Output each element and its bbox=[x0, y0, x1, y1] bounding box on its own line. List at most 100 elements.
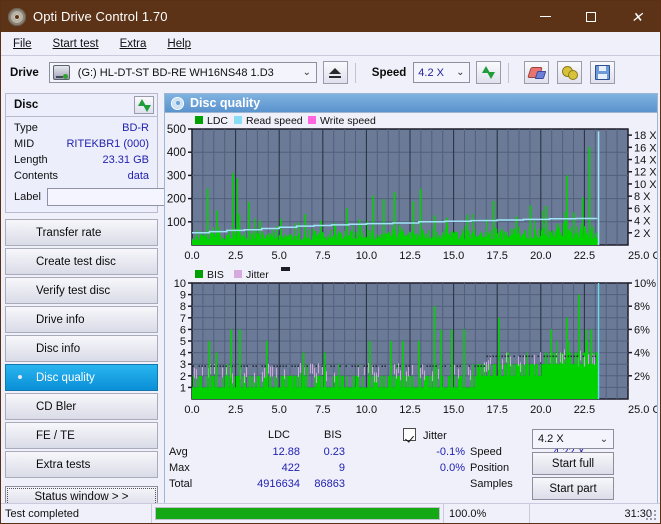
jitter-checkbox[interactable] bbox=[403, 428, 416, 441]
sidebar-item-label: Disc quality bbox=[36, 372, 95, 384]
legend-label-write-speed: Write speed bbox=[320, 115, 376, 127]
left-sidebar: Disc Type BD-R MID RITEKBR1 (000) Length… bbox=[5, 93, 158, 507]
drive-icon bbox=[53, 65, 70, 80]
stats-col-bis: BIS bbox=[324, 429, 342, 441]
svg-text:200: 200 bbox=[167, 194, 186, 206]
legend-label-jitter: Jitter bbox=[246, 269, 269, 281]
start-part-button[interactable]: Start part bbox=[532, 477, 614, 500]
disc-icon bbox=[12, 398, 29, 415]
speed-select[interactable]: 4.2 X ⌄ bbox=[413, 62, 470, 83]
stats-max-ldc: 422 bbox=[253, 462, 300, 474]
disc-row-contents-key: Contents bbox=[14, 170, 58, 182]
svg-text:2.5: 2.5 bbox=[228, 404, 243, 416]
bis-chart: BIS Jitter 123456789102%4%6%8%10%0.02.55… bbox=[165, 265, 657, 425]
save-button[interactable] bbox=[590, 61, 615, 84]
status-message: Test completed bbox=[1, 504, 152, 523]
disc-row-contents: Contents data bbox=[6, 168, 157, 184]
svg-text:25.0 GB: 25.0 GB bbox=[628, 404, 657, 416]
progress-percent: 100.0% bbox=[444, 504, 530, 523]
svg-text:0.0: 0.0 bbox=[184, 404, 199, 416]
stats-row-avg-label: Avg bbox=[169, 446, 188, 458]
start-part-label: Start part bbox=[549, 483, 596, 495]
svg-text:22.5: 22.5 bbox=[574, 404, 595, 416]
legend-swatch-ldc bbox=[195, 116, 203, 124]
legend-label-ldc: LDC bbox=[207, 115, 228, 127]
refresh-arrows-icon bbox=[481, 65, 496, 80]
svg-text:6: 6 bbox=[180, 324, 186, 336]
svg-text:5: 5 bbox=[180, 336, 186, 348]
drive-select[interactable]: (G:) HL-DT-ST BD-RE WH16NS48 1.D3 ⌄ bbox=[49, 62, 317, 83]
disc-quality-panel: Disc quality LDC Read speed Write speed bbox=[164, 93, 658, 506]
legend-label-bis: BIS bbox=[207, 269, 224, 281]
refresh-arrows-icon bbox=[137, 98, 152, 113]
toolbar-divider-2 bbox=[508, 63, 509, 83]
sidebar-item-transfer-rate[interactable]: Transfer rate bbox=[5, 219, 158, 246]
sidebar-item-cd-bler[interactable]: CD Bler bbox=[5, 393, 158, 420]
menu-item-extra[interactable]: Extra bbox=[111, 36, 156, 52]
disc-icon bbox=[12, 311, 29, 328]
svg-text:100: 100 bbox=[167, 217, 186, 229]
erase-button[interactable] bbox=[524, 61, 549, 84]
menu-item-help[interactable]: Help bbox=[158, 36, 200, 52]
disc-icon bbox=[12, 340, 29, 357]
speed-stat-label: Speed bbox=[470, 446, 502, 458]
eject-button[interactable] bbox=[323, 61, 348, 84]
test-speed-select[interactable]: 4.2 X ⌄ bbox=[532, 429, 614, 449]
position-stat-label: Position bbox=[470, 462, 509, 474]
stats-total-bis: 86863 bbox=[301, 478, 345, 490]
resize-grip[interactable] bbox=[646, 510, 658, 522]
sidebar-item-label: Disc info bbox=[36, 343, 80, 355]
svg-text:500: 500 bbox=[167, 124, 186, 136]
sidebar-item-verify-test-disc[interactable]: Verify test disc bbox=[5, 277, 158, 304]
speed-select-value: 4.2 X bbox=[414, 67, 451, 79]
menu-item-start-test[interactable]: Start test bbox=[44, 36, 108, 52]
menu-bar: File Start test Extra Help bbox=[1, 32, 660, 56]
svg-text:5.0: 5.0 bbox=[272, 250, 287, 262]
close-icon: ✕ bbox=[631, 10, 643, 24]
sidebar-item-disc-info[interactable]: Disc info bbox=[5, 335, 158, 362]
ldc-chart: LDC Read speed Write speed 1002003004005… bbox=[165, 113, 657, 265]
sidebar-item-fe-te[interactable]: FE / TE bbox=[5, 422, 158, 449]
disc-label-key: Label bbox=[14, 191, 41, 203]
disc-icon bbox=[12, 224, 29, 241]
test-speed-value: 4.2 X bbox=[533, 433, 595, 445]
sidebar-item-disc-quality[interactable]: Disc quality bbox=[5, 364, 158, 391]
svg-text:10.0: 10.0 bbox=[356, 250, 377, 262]
close-button[interactable]: ✕ bbox=[614, 1, 660, 32]
disc-row-type-key: Type bbox=[14, 122, 38, 134]
legend-swatch-write-speed bbox=[308, 116, 316, 124]
disc-label-row: Label bbox=[6, 186, 157, 208]
disc-row-mid-key: MID bbox=[14, 138, 34, 150]
settings-button[interactable] bbox=[557, 61, 582, 84]
refresh-button[interactable] bbox=[476, 61, 501, 84]
svg-text:4: 4 bbox=[180, 348, 186, 360]
drive-select-value: (G:) HL-DT-ST BD-RE WH16NS48 1.D3 bbox=[73, 67, 298, 79]
svg-text:6%: 6% bbox=[634, 324, 650, 336]
jitter-max-value: 0.0% bbox=[403, 462, 465, 474]
svg-text:0.0: 0.0 bbox=[184, 250, 199, 262]
drive-label: Drive bbox=[10, 67, 39, 79]
sidebar-item-create-test-disc[interactable]: Create test disc bbox=[5, 248, 158, 275]
maximize-button[interactable] bbox=[568, 1, 614, 32]
start-full-button[interactable]: Start full bbox=[532, 452, 614, 475]
sidebar-item-drive-info[interactable]: Drive info bbox=[5, 306, 158, 333]
disc-row-mid-value: RITEKBR1 (000) bbox=[34, 138, 149, 150]
minimize-button[interactable] bbox=[522, 1, 568, 32]
svg-text:10: 10 bbox=[174, 278, 186, 290]
disc-row-length-key: Length bbox=[14, 154, 48, 166]
floppy-save-icon bbox=[595, 65, 610, 80]
sidebar-item-label: FE / TE bbox=[36, 430, 75, 442]
menu-item-file[interactable]: File bbox=[4, 36, 41, 52]
svg-text:20.0: 20.0 bbox=[530, 250, 551, 262]
svg-text:16 X: 16 X bbox=[634, 142, 657, 154]
sidebar-item-label: Extra tests bbox=[36, 459, 90, 471]
svg-text:10 X: 10 X bbox=[634, 179, 657, 191]
stats-row-total-label: Total bbox=[169, 478, 192, 490]
disc-refresh-button[interactable] bbox=[134, 96, 154, 114]
sidebar-item-extra-tests[interactable]: Extra tests bbox=[5, 451, 158, 478]
svg-text:10.0: 10.0 bbox=[356, 404, 377, 416]
application-window: Opti Drive Control 1.70 ✕ File Start tes… bbox=[0, 0, 661, 524]
panel-header: Disc quality bbox=[164, 93, 658, 112]
elapsed-time: 31:30 bbox=[530, 504, 660, 523]
legend-label-read-speed: Read speed bbox=[246, 115, 303, 127]
